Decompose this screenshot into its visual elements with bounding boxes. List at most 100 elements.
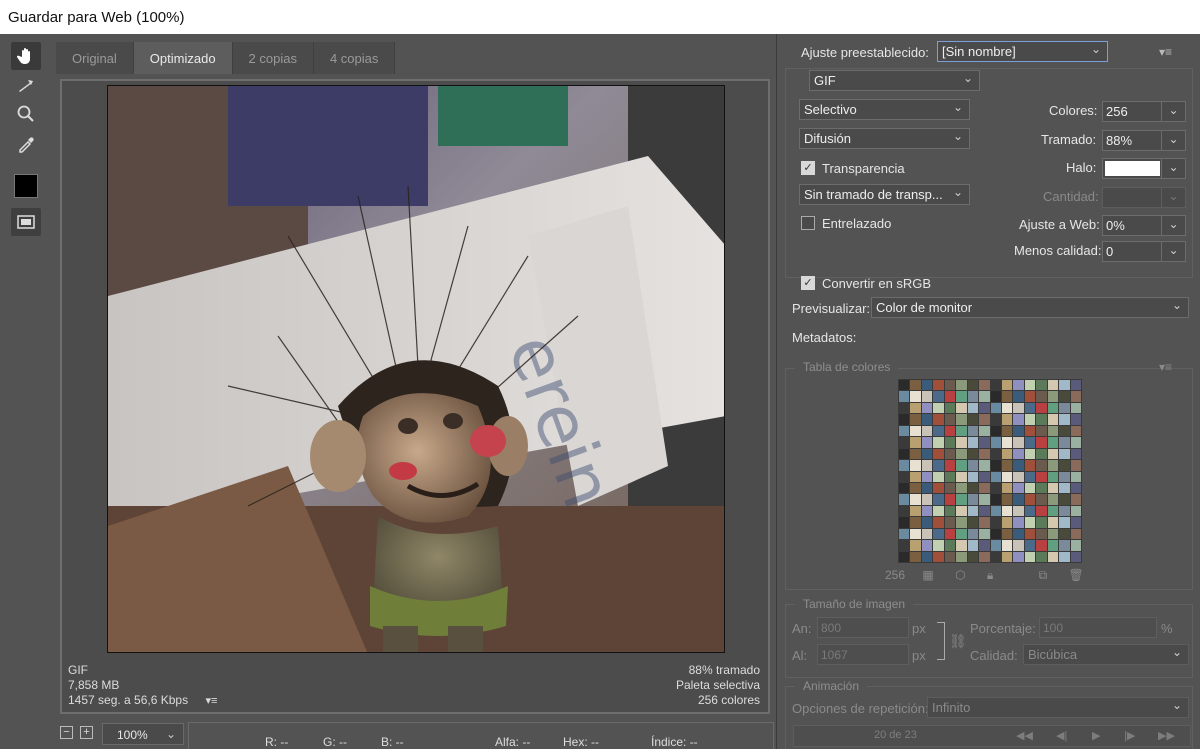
color-swatch[interactable] <box>933 517 944 528</box>
color-swatch[interactable] <box>921 391 933 402</box>
color-swatch[interactable] <box>933 380 944 391</box>
color-swatch[interactable] <box>967 402 979 414</box>
color-swatch[interactable] <box>990 482 1001 494</box>
zoom-out-button[interactable]: − <box>60 726 73 739</box>
first-frame-icon[interactable]: ◀◀ <box>1016 729 1033 742</box>
color-swatch[interactable] <box>967 494 979 505</box>
color-swatch[interactable] <box>1036 460 1047 471</box>
color-swatch[interactable] <box>979 448 990 460</box>
color-swatch[interactable] <box>1059 517 1070 528</box>
zoom-tool-icon[interactable] <box>11 100 41 128</box>
srgb-checkbox[interactable]: ✓ <box>801 276 815 290</box>
color-swatch[interactable] <box>944 494 956 505</box>
color-swatch[interactable] <box>1036 448 1047 460</box>
tab-4-up[interactable]: 4 copias <box>313 42 396 74</box>
web-safe-icon[interactable]: ⬡ <box>955 568 965 582</box>
color-swatch[interactable] <box>1036 528 1047 540</box>
color-swatch[interactable] <box>944 402 956 414</box>
color-swatch[interactable] <box>956 448 967 460</box>
dither-combo[interactable]: 88% ⌄ <box>1102 130 1186 151</box>
color-swatch[interactable] <box>956 517 967 528</box>
color-swatch[interactable] <box>1013 448 1024 460</box>
color-swatch[interactable] <box>1070 448 1081 460</box>
color-swatch[interactable] <box>990 437 1001 448</box>
color-swatch[interactable] <box>1001 425 1013 437</box>
zoom-in-button[interactable]: + <box>80 726 93 739</box>
color-swatch[interactable] <box>990 517 1001 528</box>
color-swatch[interactable] <box>956 391 967 402</box>
color-swatch[interactable] <box>979 551 990 562</box>
color-swatch[interactable] <box>1013 391 1024 402</box>
color-swatch[interactable] <box>956 460 967 471</box>
color-swatch[interactable] <box>1070 540 1081 551</box>
colors-combo[interactable]: 256 ⌄ <box>1102 101 1186 122</box>
color-swatch[interactable] <box>990 494 1001 505</box>
color-swatch[interactable] <box>1013 551 1024 562</box>
color-swatch[interactable] <box>1024 414 1036 425</box>
color-swatch[interactable] <box>979 460 990 471</box>
color-swatch[interactable] <box>910 448 921 460</box>
color-swatch[interactable] <box>921 460 933 471</box>
color-swatch[interactable] <box>956 505 967 517</box>
hand-tool-icon[interactable] <box>11 42 41 70</box>
color-swatch[interactable] <box>1047 494 1059 505</box>
preview-select[interactable]: Color de monitor ⌄ <box>871 297 1189 318</box>
color-swatch[interactable] <box>1047 391 1059 402</box>
color-reduction-select[interactable]: Selectivo ⌄ <box>799 99 970 120</box>
color-swatch[interactable] <box>1001 482 1013 494</box>
color-swatch[interactable] <box>1047 471 1059 482</box>
color-swatch[interactable] <box>1036 437 1047 448</box>
tab-optimized[interactable]: Optimizado <box>133 42 233 74</box>
color-swatch[interactable] <box>979 528 990 540</box>
color-swatch[interactable] <box>956 437 967 448</box>
color-swatch[interactable] <box>899 425 910 437</box>
color-swatch[interactable] <box>1070 505 1081 517</box>
color-swatch[interactable] <box>956 482 967 494</box>
color-swatch[interactable] <box>1036 425 1047 437</box>
color-swatch[interactable] <box>910 414 921 425</box>
color-swatch[interactable] <box>990 505 1001 517</box>
color-swatch[interactable] <box>1047 460 1059 471</box>
tab-original[interactable]: Original <box>56 42 134 74</box>
color-swatch[interactable] <box>1024 380 1036 391</box>
color-swatch[interactable] <box>933 494 944 505</box>
color-swatch[interactable] <box>1047 551 1059 562</box>
color-swatch[interactable] <box>910 494 921 505</box>
color-swatch[interactable] <box>1001 551 1013 562</box>
color-swatch[interactable] <box>967 437 979 448</box>
color-swatch[interactable] <box>967 460 979 471</box>
zoom-select[interactable]: 100% ⌄ <box>102 723 184 745</box>
color-swatch[interactable] <box>1024 460 1036 471</box>
color-swatch[interactable] <box>990 414 1001 425</box>
color-swatch[interactable] <box>1013 425 1024 437</box>
color-swatch[interactable] <box>1024 402 1036 414</box>
color-swatch[interactable] <box>899 391 910 402</box>
color-swatch[interactable] <box>933 540 944 551</box>
slice-select-tool-icon[interactable] <box>11 72 41 100</box>
color-swatch[interactable] <box>1036 505 1047 517</box>
color-table-grid[interactable] <box>898 379 1082 563</box>
color-swatch[interactable] <box>956 414 967 425</box>
color-swatch[interactable] <box>1070 482 1081 494</box>
color-swatch[interactable] <box>933 402 944 414</box>
color-swatch[interactable] <box>956 540 967 551</box>
color-swatch[interactable] <box>1024 391 1036 402</box>
color-swatch[interactable] <box>1059 482 1070 494</box>
color-swatch[interactable] <box>1013 437 1024 448</box>
color-swatch[interactable] <box>921 482 933 494</box>
color-swatch[interactable] <box>1059 402 1070 414</box>
color-swatch[interactable] <box>899 494 910 505</box>
color-swatch[interactable] <box>899 448 910 460</box>
color-swatch[interactable] <box>990 425 1001 437</box>
color-swatch[interactable] <box>967 551 979 562</box>
color-swatch[interactable] <box>921 471 933 482</box>
color-swatch[interactable] <box>944 414 956 425</box>
color-swatch[interactable] <box>979 517 990 528</box>
color-swatch[interactable] <box>1070 471 1081 482</box>
color-swatch[interactable] <box>921 448 933 460</box>
color-swatch[interactable] <box>1059 551 1070 562</box>
format-select[interactable]: GIF ⌄ <box>809 70 980 91</box>
color-swatch[interactable] <box>933 437 944 448</box>
color-swatch[interactable] <box>921 528 933 540</box>
color-swatch[interactable] <box>990 471 1001 482</box>
